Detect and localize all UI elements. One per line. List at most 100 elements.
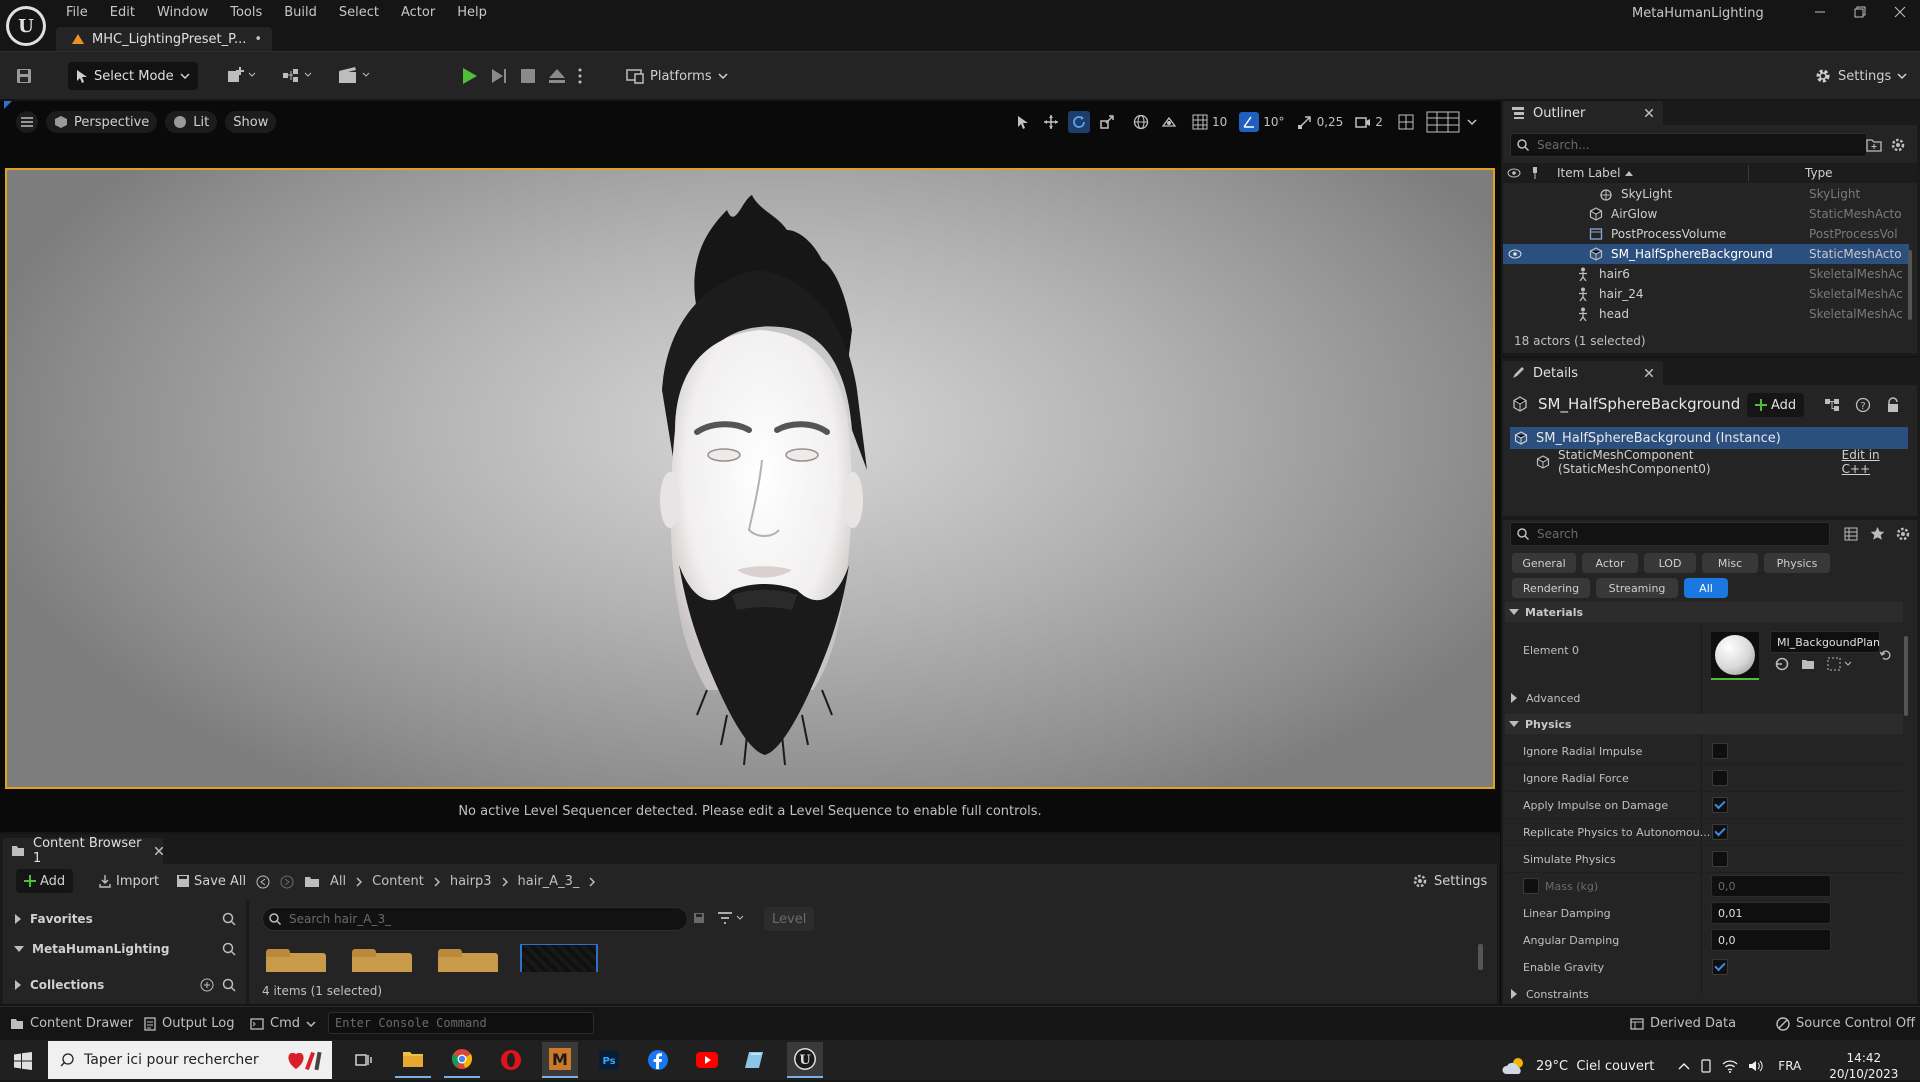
material-picker[interactable]: MI_BackgoundPlane xyxy=(1770,631,1880,653)
folder-tile[interactable] xyxy=(262,944,330,972)
outliner-row[interactable]: head SkeletalMeshAc xyxy=(1503,304,1909,324)
viewport-scene[interactable] xyxy=(5,168,1495,789)
details-add-button[interactable]: Add xyxy=(1747,393,1805,417)
cinematics-icon[interactable] xyxy=(338,66,370,84)
content-drawer-button[interactable]: Content Drawer xyxy=(10,1016,133,1031)
component-instance-row[interactable]: SM_HalfSphereBackground (Instance) xyxy=(1510,427,1908,449)
select-mode-button[interactable]: Select Mode xyxy=(68,62,198,90)
close-tab-icon[interactable] xyxy=(1645,369,1653,377)
materials-section-header[interactable]: Materials xyxy=(1505,602,1903,622)
edit-in-cpp-link[interactable]: Edit in C++ xyxy=(1842,448,1908,476)
unreal-logo-icon[interactable]: U xyxy=(6,6,46,46)
chevron-up-icon[interactable] xyxy=(1678,1062,1690,1070)
filter-physics[interactable]: Physics xyxy=(1764,553,1830,573)
weather-cloud-icon[interactable] xyxy=(1502,1057,1526,1075)
favorites-section[interactable]: Favorites xyxy=(14,909,236,929)
select-tool-icon[interactable] xyxy=(1012,111,1034,133)
outliner-settings-icon[interactable] xyxy=(1890,137,1906,153)
restore-icon[interactable] xyxy=(1840,6,1880,18)
component-row[interactable]: StaticMeshComponent (StaticMeshComponent… xyxy=(1536,448,1908,476)
search-icon[interactable] xyxy=(222,978,236,992)
element-options-icon[interactable] xyxy=(1827,657,1852,671)
unreal-engine-taskbar-icon[interactable]: U xyxy=(787,1042,823,1078)
details-settings-icon[interactable] xyxy=(1895,526,1911,542)
outliner-row[interactable]: AirGlow StaticMeshActo xyxy=(1503,204,1909,224)
physics-property-checkbox[interactable] xyxy=(1712,797,1728,813)
add-actor-icon[interactable] xyxy=(226,66,256,84)
platforms-button[interactable]: Platforms xyxy=(618,62,736,90)
new-folder-icon[interactable] xyxy=(1866,138,1882,152)
mass-override-checkbox[interactable] xyxy=(1523,878,1539,894)
visibility-header-icon[interactable] xyxy=(1503,168,1525,178)
menu-build[interactable]: Build xyxy=(284,5,317,20)
file-explorer-icon[interactable] xyxy=(395,1042,431,1078)
level-tab[interactable]: MHC_LightingPreset_P... • xyxy=(56,27,272,51)
play-icon[interactable] xyxy=(460,67,478,85)
rotate-tool-icon[interactable] xyxy=(1068,111,1090,133)
outliner-row[interactable]: SM_HalfSphereBackground StaticMeshActo xyxy=(1503,244,1909,264)
facebook-icon[interactable] xyxy=(640,1042,676,1078)
breadcrumb-content[interactable]: Content xyxy=(372,874,424,889)
details-search-input[interactable]: Search xyxy=(1510,522,1830,546)
viewport-layout-icon[interactable] xyxy=(1395,111,1417,133)
close-window-icon[interactable] xyxy=(1880,6,1920,18)
menu-tools[interactable]: Tools xyxy=(230,5,262,20)
save-icon[interactable] xyxy=(14,66,34,86)
filter-lod[interactable]: LOD xyxy=(1644,553,1696,573)
outliner-search-input[interactable]: Search... xyxy=(1510,133,1867,157)
hamburger-menu-icon[interactable] xyxy=(16,111,38,133)
rotation-snap-toggle[interactable]: 10° xyxy=(1239,112,1285,132)
outliner-row[interactable]: SkyLight SkyLight xyxy=(1503,184,1909,204)
project-section[interactable]: MetaHumanLighting xyxy=(14,939,236,959)
volume-icon[interactable] xyxy=(1748,1059,1764,1073)
filter-general[interactable]: General xyxy=(1512,553,1576,573)
cb-settings-button[interactable]: Settings xyxy=(1404,869,1495,893)
weather-text[interactable]: 29°C Ciel couvert xyxy=(1536,1059,1654,1074)
eject-icon[interactable] xyxy=(548,68,566,84)
windows-start-icon[interactable] xyxy=(14,1052,32,1070)
level-filter-chip[interactable]: Level xyxy=(764,907,815,931)
filter-actor[interactable]: Actor xyxy=(1582,553,1638,573)
physics-property-checkbox[interactable] xyxy=(1712,851,1728,867)
linear-damping-field[interactable]: 0,01 xyxy=(1711,902,1831,924)
output-log-button[interactable]: Output Log xyxy=(144,1016,235,1031)
item-label-header[interactable]: Item Label xyxy=(1557,166,1621,180)
physics-property-checkbox[interactable] xyxy=(1712,770,1728,786)
selected-asset-tile[interactable] xyxy=(520,944,598,972)
menu-select[interactable]: Select xyxy=(339,5,379,20)
outliner-row[interactable]: PostProcessVolume PostProcessVol xyxy=(1503,224,1909,244)
outliner-tab[interactable]: Outliner xyxy=(1503,101,1663,125)
blueprint-convert-icon[interactable] xyxy=(1824,398,1840,412)
stop-icon[interactable] xyxy=(520,68,536,84)
menu-help[interactable]: Help xyxy=(457,5,487,20)
add-collection-icon[interactable] xyxy=(200,978,214,992)
grid-snap-toggle[interactable]: 10 xyxy=(1192,114,1227,130)
physics-section-header[interactable]: Physics xyxy=(1505,714,1903,734)
visibility-eye-icon[interactable] xyxy=(1508,249,1522,259)
notes-app-icon[interactable] xyxy=(738,1042,774,1078)
scale-snap-toggle[interactable]: 0,25 xyxy=(1297,114,1343,130)
menu-window[interactable]: Window xyxy=(157,5,208,20)
constraints-row[interactable]: Constraints xyxy=(1510,984,1589,1004)
save-search-icon[interactable] xyxy=(693,912,705,924)
search-icon[interactable] xyxy=(222,942,236,956)
minimize-icon[interactable] xyxy=(1800,6,1840,18)
outliner-scrollbar[interactable] xyxy=(1908,250,1912,320)
details-scrollbar[interactable] xyxy=(1904,636,1908,716)
camera-speed-button[interactable]: 2 xyxy=(1355,115,1383,129)
clock[interactable]: 14:42 20/10/2023 xyxy=(1829,1050,1898,1082)
world-space-icon[interactable] xyxy=(1130,111,1152,133)
search-icon[interactable] xyxy=(222,912,236,926)
step-icon[interactable] xyxy=(490,67,508,85)
help-icon[interactable]: ? xyxy=(1855,397,1871,413)
reset-to-default-icon[interactable] xyxy=(1880,649,1892,661)
cb-search-input[interactable]: Search hair_A_3_ xyxy=(262,907,688,931)
type-header[interactable]: Type xyxy=(1805,166,1833,180)
taskbar-search-box[interactable]: Taper ici pour rechercher xyxy=(48,1041,332,1079)
back-icon[interactable] xyxy=(256,875,270,889)
show-button[interactable]: Show xyxy=(225,111,277,133)
lit-button[interactable]: Lit xyxy=(165,111,218,133)
source-control-button[interactable]: Source Control Off xyxy=(1776,1016,1915,1031)
filter-streaming[interactable]: Streaming xyxy=(1596,578,1678,598)
cb-scrollbar[interactable] xyxy=(1478,944,1483,970)
